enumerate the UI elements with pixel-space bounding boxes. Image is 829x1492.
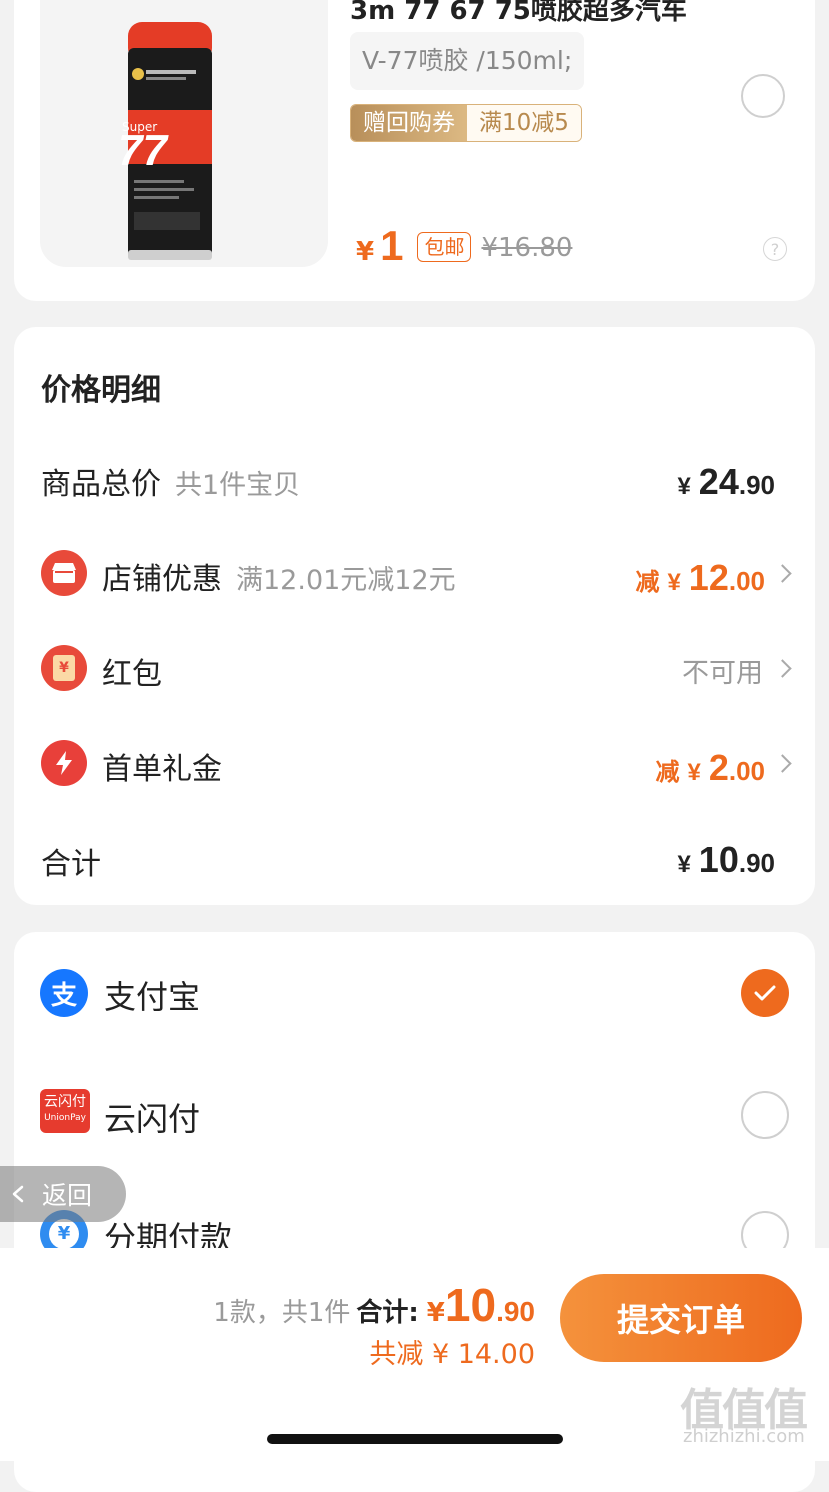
- minus-prefix: 减: [635, 568, 660, 596]
- currency-symbol: ¥: [677, 473, 691, 500]
- minus-prefix: 减: [655, 758, 680, 786]
- back-label: 返回: [42, 1181, 93, 1210]
- currency-symbol: ¥: [667, 569, 681, 596]
- amount-integer: 10: [698, 839, 739, 880]
- shop-discount-amount[interactable]: 减 ¥ 12 .00: [635, 557, 765, 599]
- shop-icon: [41, 550, 87, 596]
- spray-can-illustration: [128, 22, 212, 260]
- total-label: 合计: [41, 847, 101, 882]
- product-price-row: ¥ 1 包邮 ¥16.80: [356, 222, 572, 270]
- goods-total-row: 商品总价 共1件宝贝: [41, 459, 300, 503]
- coupon-value: 满10减5: [467, 105, 581, 141]
- amount-integer: 2: [708, 747, 729, 788]
- currency-symbol: ¥: [687, 759, 701, 786]
- product-spec[interactable]: V-77喷胶 /150ml;: [350, 32, 585, 90]
- amount-decimal: .00: [728, 566, 765, 596]
- first-order-amount[interactable]: 减 ¥ 2 .00: [655, 747, 765, 789]
- product-image[interactable]: [40, 0, 328, 267]
- shop-discount-rule: 满12.01元减12元: [236, 565, 456, 596]
- currency-symbol: ¥: [426, 1298, 445, 1328]
- shop-discount-label: 店铺优惠: [102, 562, 222, 597]
- currency-symbol: ¥: [677, 851, 691, 878]
- price-detail-title: 价格明细: [41, 373, 161, 408]
- lightning-icon: [41, 740, 87, 786]
- unionpay-radio[interactable]: [741, 1091, 789, 1139]
- original-price: ¥16.80: [481, 233, 573, 263]
- free-shipping-badge: 包邮: [417, 232, 472, 262]
- goods-total-amount: ¥ 24 .90: [677, 461, 775, 503]
- unionpay-icon-text: 云闪付: [44, 1094, 86, 1110]
- amount-integer: 12: [688, 557, 729, 598]
- total-amount: ¥ 10 .90: [677, 839, 775, 881]
- red-packet-symbol: ¥: [53, 655, 75, 681]
- red-packet-status[interactable]: 不可用: [682, 651, 763, 690]
- total-integer: 10: [444, 1279, 497, 1331]
- total-saved: 共减 ¥ 14.00: [369, 1339, 535, 1370]
- help-icon[interactable]: ?: [763, 237, 787, 261]
- amount-decimal: .90: [738, 470, 775, 500]
- product-card: Super 77 150ml 3m 77 67 75喷胶超多汽车 V-77喷胶 …: [14, 0, 815, 301]
- item-count: 1款，共1件: [213, 1298, 351, 1328]
- can-number-text: 77: [118, 126, 167, 175]
- submit-order-button[interactable]: 提交订单: [560, 1274, 802, 1362]
- chevron-right-icon[interactable]: [773, 754, 792, 773]
- amount-integer: 24: [698, 461, 739, 502]
- amount-decimal: .00: [728, 756, 765, 786]
- total-label: 合计:: [356, 1298, 419, 1328]
- unionpay-icon: 云闪付 UnionPay: [40, 1089, 90, 1133]
- coupon-tag[interactable]: 赠回购券 满10减5: [350, 104, 582, 142]
- alipay-label[interactable]: 支付宝: [104, 972, 200, 1018]
- product-price: 1: [380, 222, 404, 269]
- red-packet-label[interactable]: 红包: [102, 649, 162, 693]
- red-packet-icon: ¥: [41, 645, 87, 691]
- unionpay-icon-sub: UnionPay: [44, 1113, 86, 1123]
- unionpay-label[interactable]: 云闪付: [104, 1094, 200, 1140]
- watermark-url: zhizhizhi.com: [683, 1426, 805, 1447]
- back-button[interactable]: 返回: [0, 1166, 126, 1222]
- price-detail-card: 价格明细 商品总价 共1件宝贝 ¥ 24 .90 店铺优惠 满12.01元减12…: [14, 327, 815, 905]
- product-volume-text: 150ml: [210, 0, 301, 6]
- total-decimal: .90: [496, 1296, 535, 1327]
- price-currency: ¥: [356, 237, 375, 267]
- chevron-right-icon[interactable]: [773, 564, 792, 583]
- home-indicator[interactable]: [267, 1434, 563, 1444]
- goods-total-count: 共1件宝贝: [175, 470, 301, 501]
- first-order-label[interactable]: 首单礼金: [102, 744, 222, 788]
- alipay-selected-check[interactable]: [741, 969, 789, 1017]
- product-select-radio[interactable]: [741, 74, 785, 118]
- chevron-right-icon[interactable]: [773, 659, 792, 678]
- order-summary: 1款，共1件 合计: ¥ 10 .90: [213, 1278, 535, 1332]
- product-title[interactable]: 3m 77 67 75喷胶超多汽车: [350, 0, 687, 27]
- checkmark-icon: [754, 985, 776, 1001]
- amount-decimal: .90: [738, 848, 775, 878]
- chevron-left-icon: [12, 1185, 24, 1203]
- bottom-checkout-bar: 1款，共1件 合计: ¥ 10 .90 共减 ¥ 14.00 提交订单 值值值 …: [0, 1248, 829, 1461]
- coupon-label: 赠回购券: [351, 105, 467, 141]
- shop-discount-row[interactable]: 店铺优惠 满12.01元减12元: [102, 554, 456, 598]
- alipay-icon: 支: [40, 969, 88, 1017]
- goods-total-label: 商品总价: [41, 467, 161, 502]
- installment-symbol: ¥: [49, 1219, 79, 1249]
